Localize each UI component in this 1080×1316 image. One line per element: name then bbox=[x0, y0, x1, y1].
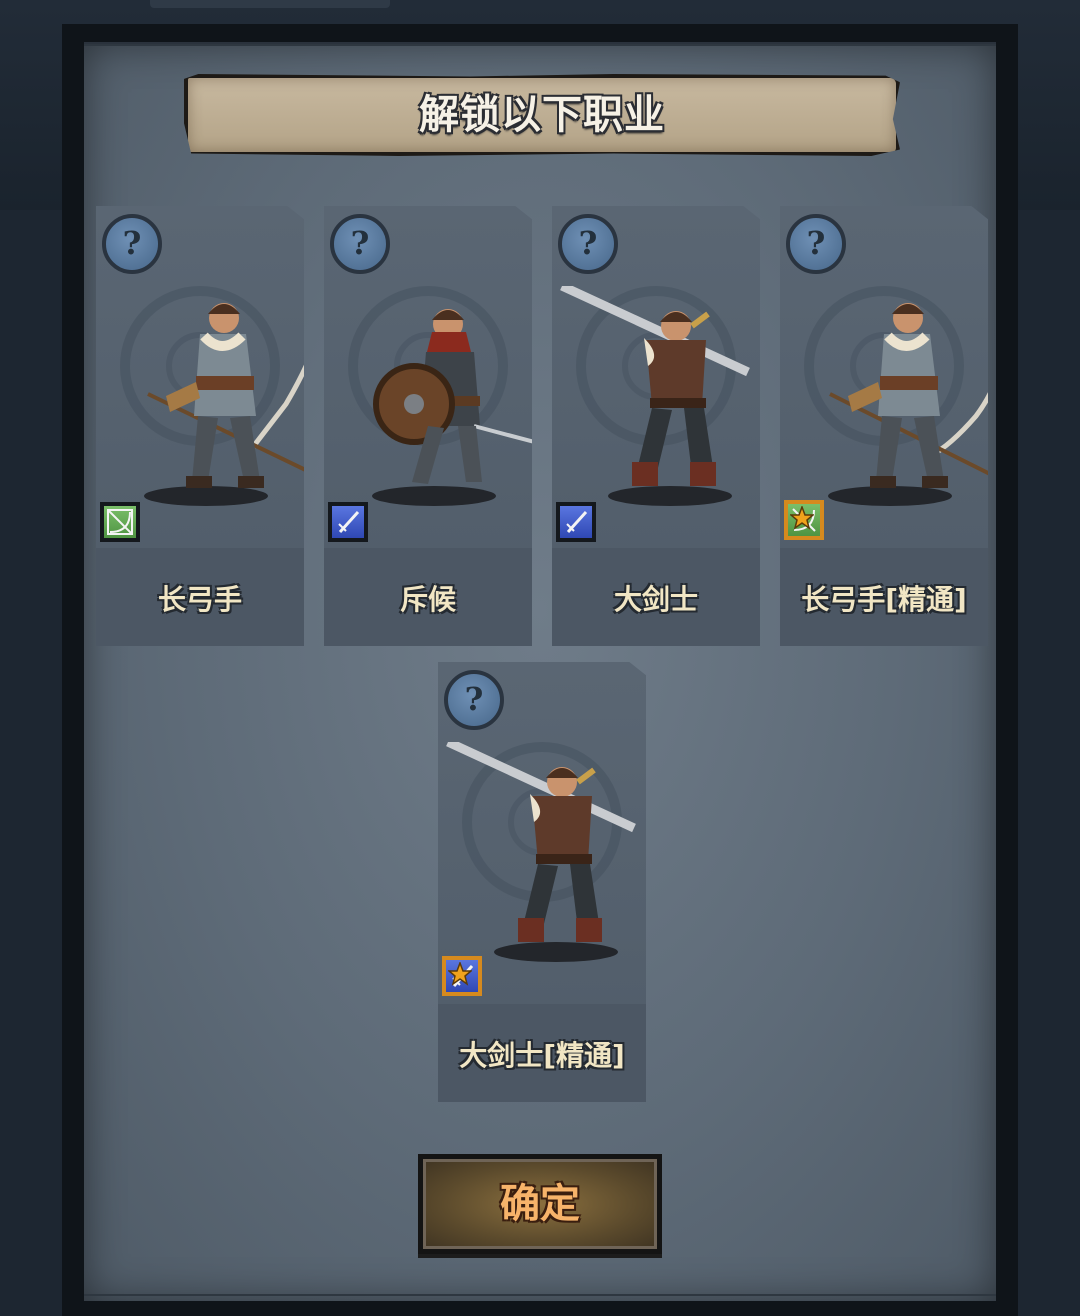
class-name: 大剑士[精通] bbox=[459, 1039, 625, 1072]
question-mark-icon[interactable]: ? bbox=[330, 214, 390, 274]
class-name: 长弓手[精通] bbox=[801, 583, 967, 616]
swordsman-figure bbox=[560, 286, 750, 506]
swordsman-figure bbox=[446, 742, 636, 962]
confirm-label: 确定 bbox=[500, 1181, 580, 1227]
archer-figure bbox=[144, 295, 304, 506]
divider bbox=[84, 1294, 996, 1296]
question-mark-icon[interactable]: ? bbox=[444, 670, 504, 730]
class-name: 大剑士 bbox=[613, 583, 698, 616]
greatsword-icon bbox=[556, 502, 596, 542]
scout-figure bbox=[372, 309, 532, 506]
top-tab-bar bbox=[150, 0, 390, 8]
class-card[interactable]: ? 大剑士[精通] bbox=[438, 662, 646, 1102]
dagger-icon bbox=[328, 502, 368, 542]
class-card[interactable]: ? 长弓手 bbox=[96, 206, 304, 646]
dialog-title: 解锁以下职业 bbox=[419, 92, 665, 138]
bow-icon bbox=[784, 500, 824, 540]
bow-icon bbox=[100, 502, 140, 542]
question-mark-icon[interactable]: ? bbox=[558, 214, 618, 274]
archer-figure bbox=[828, 303, 988, 506]
class-card[interactable]: ? 斥候 bbox=[324, 206, 532, 646]
question-mark-icon[interactable]: ? bbox=[102, 214, 162, 274]
question-mark-icon[interactable]: ? bbox=[786, 214, 846, 274]
class-card[interactable]: ? 长弓手[精通] bbox=[780, 206, 988, 646]
class-name: 斥候 bbox=[399, 583, 456, 616]
star-icon bbox=[790, 506, 814, 530]
divider bbox=[84, 44, 996, 46]
star-icon bbox=[448, 962, 472, 986]
class-card[interactable]: ? 大剑士 bbox=[552, 206, 760, 646]
class-name: 长弓手 bbox=[157, 583, 242, 616]
greatsword-icon bbox=[442, 956, 482, 996]
confirm-button[interactable]: 确定 bbox=[418, 1154, 662, 1254]
